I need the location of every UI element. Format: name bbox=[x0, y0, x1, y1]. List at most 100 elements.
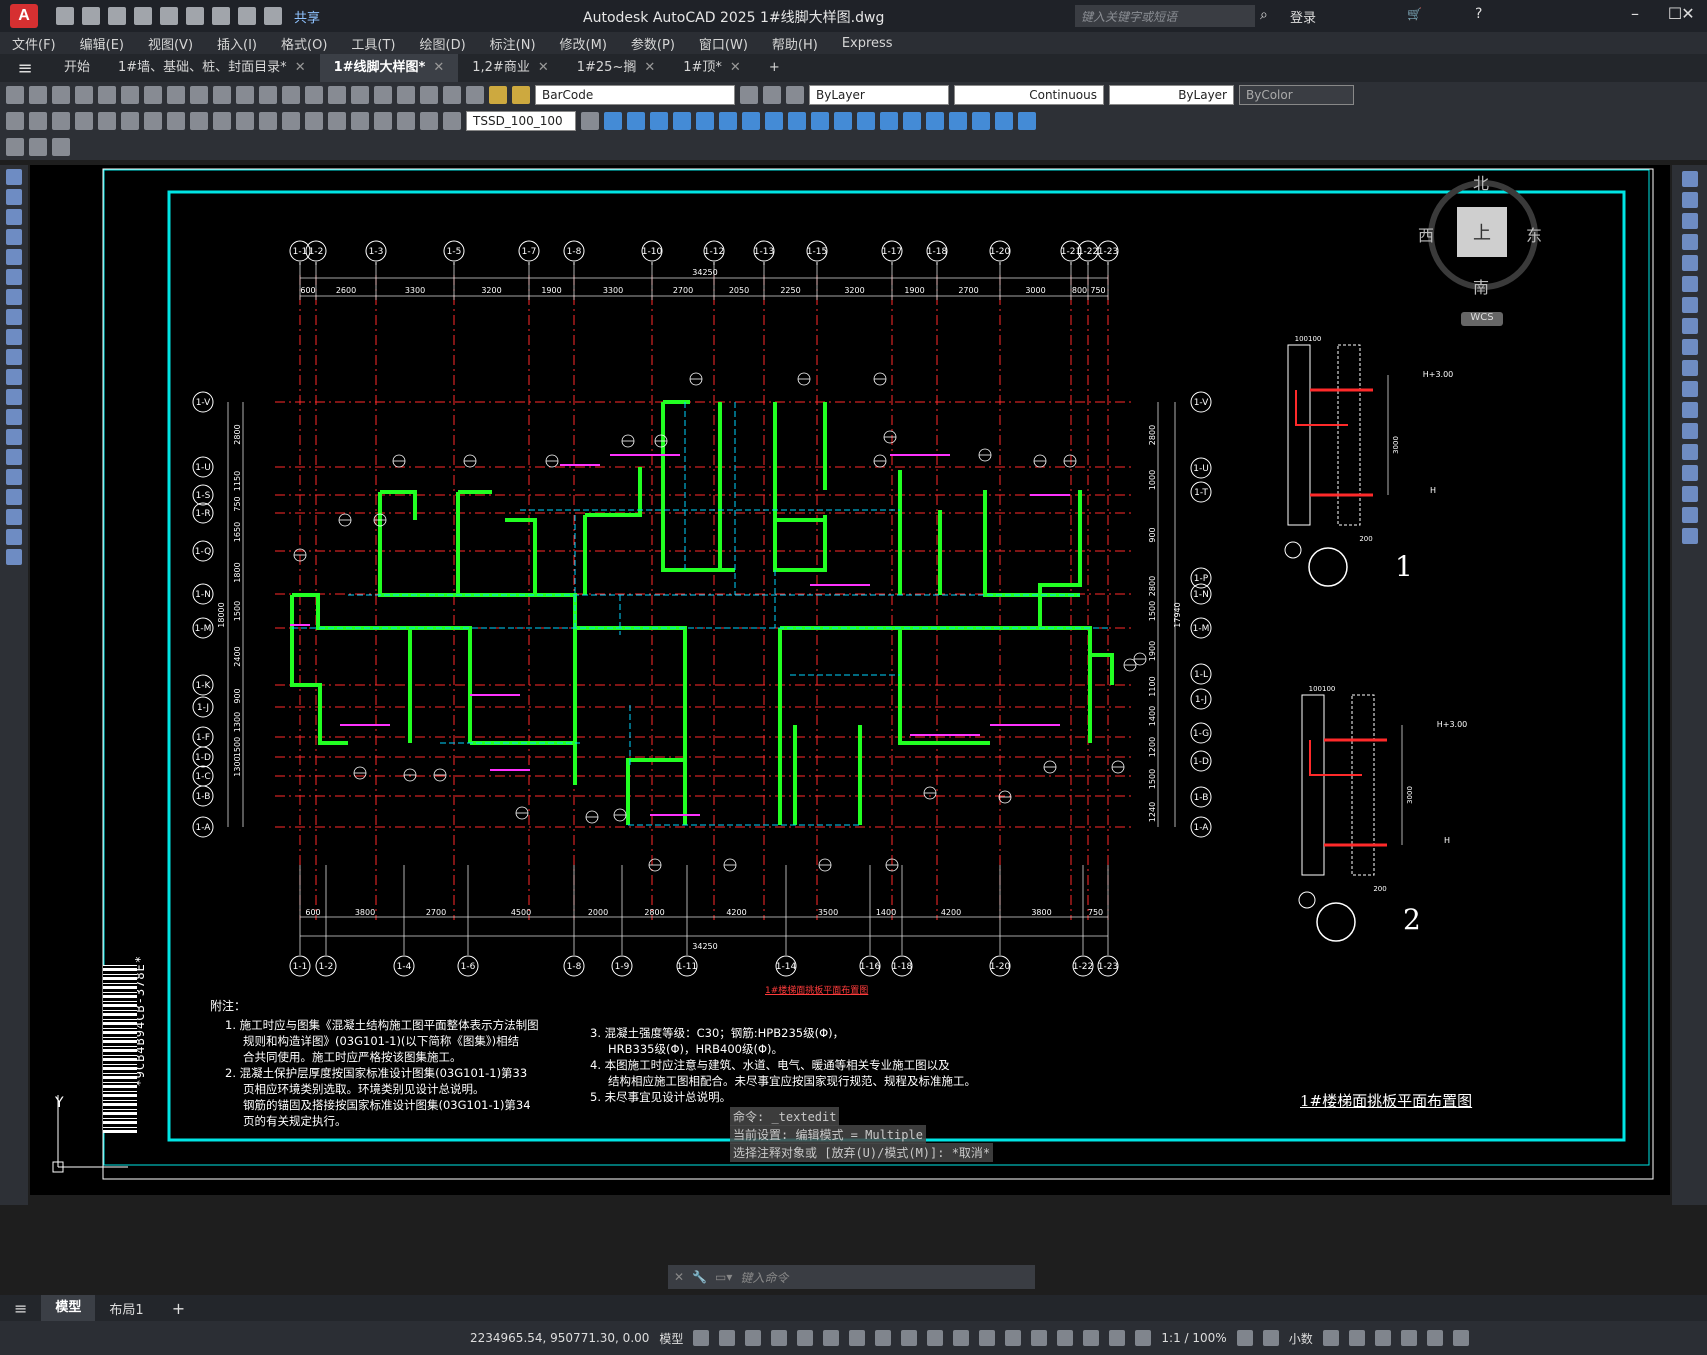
array-icon[interactable] bbox=[1681, 255, 1698, 271]
login-button[interactable]: 登录 bbox=[1290, 7, 1316, 26]
3d-extrude-faces-icon[interactable] bbox=[926, 112, 944, 130]
wcs-menu[interactable]: WCS bbox=[1461, 312, 1503, 326]
plot-preview-icon[interactable] bbox=[98, 86, 116, 104]
lineweight-icon[interactable] bbox=[927, 1330, 944, 1346]
revision-cloud-icon[interactable] bbox=[6, 309, 22, 325]
menu-item-7[interactable]: 标注(N) bbox=[478, 34, 548, 53]
gizmo-icon[interactable] bbox=[1083, 1330, 1100, 1346]
layer-previous-icon[interactable] bbox=[763, 86, 781, 104]
3d-torus-icon[interactable] bbox=[719, 112, 737, 130]
save-icon[interactable] bbox=[52, 86, 70, 104]
doc-tab-1[interactable]: 1#墙、基础、桩、封面目录* ✕ bbox=[104, 54, 320, 82]
doc-tab-3[interactable]: 1,2#商业 ✕ bbox=[458, 54, 562, 82]
linetype-dropdown[interactable]: Continuous bbox=[954, 85, 1104, 105]
table-icon[interactable] bbox=[6, 509, 22, 525]
viewcube-west[interactable]: 西 bbox=[1418, 222, 1434, 246]
join-icon[interactable] bbox=[1681, 444, 1698, 460]
insert-block-icon[interactable] bbox=[6, 389, 22, 405]
3d-offset-faces-icon[interactable] bbox=[972, 112, 990, 130]
transparency-icon[interactable] bbox=[953, 1330, 970, 1346]
make-block-icon[interactable] bbox=[6, 409, 22, 425]
stretch-icon[interactable] bbox=[1681, 339, 1698, 355]
dim-ordinate-icon[interactable] bbox=[75, 112, 93, 130]
3d-cylinder-icon[interactable] bbox=[696, 112, 714, 130]
menu-item-3[interactable]: 插入(I) bbox=[205, 34, 269, 53]
rotate-icon[interactable] bbox=[1681, 297, 1698, 313]
redo-icon[interactable] bbox=[264, 7, 282, 25]
menu-item-10[interactable]: 窗口(W) bbox=[687, 34, 760, 53]
quick-properties-icon[interactable] bbox=[1322, 1330, 1339, 1346]
new-icon[interactable] bbox=[56, 7, 74, 25]
model-space-button[interactable]: 模型 bbox=[659, 1330, 683, 1347]
dim-diameter-icon[interactable] bbox=[144, 112, 162, 130]
dynamic-input-icon[interactable] bbox=[771, 1330, 788, 1346]
erase-icon[interactable] bbox=[1681, 171, 1698, 187]
polygon-icon[interactable] bbox=[6, 229, 22, 245]
layer-make-current-icon[interactable] bbox=[740, 86, 758, 104]
3d-interfere-icon[interactable] bbox=[834, 112, 852, 130]
dim-edit-icon[interactable] bbox=[397, 112, 415, 130]
match-properties-icon[interactable] bbox=[213, 86, 231, 104]
fillet-icon[interactable] bbox=[1681, 486, 1698, 502]
zoom-realtime-icon[interactable] bbox=[305, 86, 323, 104]
search-icon[interactable]: ⌕ bbox=[1260, 7, 1268, 23]
mtext-icon[interactable] bbox=[6, 529, 22, 545]
units-readout[interactable]: 小数 bbox=[1289, 1330, 1313, 1347]
3d-section-icon[interactable] bbox=[811, 112, 829, 130]
dim-style-icon[interactable] bbox=[581, 112, 599, 130]
color-dropdown[interactable]: ByLayer bbox=[809, 85, 949, 105]
doc-tab-0[interactable]: 开始 bbox=[50, 54, 104, 82]
object-snap-tracking-icon[interactable] bbox=[875, 1330, 892, 1346]
design-center-icon[interactable] bbox=[397, 86, 415, 104]
menu-item-11[interactable]: 帮助(H) bbox=[760, 34, 830, 53]
light-bulb-icon[interactable] bbox=[512, 86, 530, 104]
close-button[interactable]: ✕ bbox=[1668, 4, 1707, 23]
3d-delete-faces-icon[interactable] bbox=[995, 112, 1013, 130]
move-icon[interactable] bbox=[1681, 276, 1698, 292]
3d-osnap-icon[interactable] bbox=[1005, 1330, 1022, 1346]
command-input[interactable]: 键入命令 bbox=[740, 1269, 788, 1286]
3d-revolve-icon[interactable] bbox=[765, 112, 783, 130]
customize-icon[interactable]: 🔧 bbox=[692, 1270, 707, 1284]
selection-filter-icon[interactable] bbox=[1057, 1330, 1074, 1346]
hatch-icon[interactable] bbox=[6, 449, 22, 465]
inspect-icon[interactable] bbox=[351, 112, 369, 130]
tab-model[interactable]: 模型 bbox=[41, 1295, 96, 1321]
dim-space-icon[interactable] bbox=[259, 112, 277, 130]
plot-icon[interactable] bbox=[186, 7, 204, 25]
new-icon[interactable] bbox=[6, 86, 24, 104]
coordinates-readout[interactable]: 2234965.54, 950771.30, 0.00 bbox=[470, 1331, 649, 1345]
paste-icon[interactable] bbox=[190, 86, 208, 104]
save-as-icon[interactable] bbox=[134, 7, 152, 25]
add-layout-icon[interactable]: + bbox=[158, 1299, 199, 1318]
print-icon[interactable] bbox=[212, 7, 230, 25]
lock-ui-icon[interactable] bbox=[1348, 1330, 1365, 1346]
3d-sphere-icon[interactable] bbox=[673, 112, 691, 130]
open-icon[interactable] bbox=[82, 7, 100, 25]
open-icon[interactable] bbox=[29, 86, 47, 104]
cut-icon[interactable] bbox=[144, 86, 162, 104]
annotation-scale[interactable]: 1:1 / 100% bbox=[1161, 1331, 1226, 1345]
doc-tab-2[interactable]: 1#线脚大样图* ✕ bbox=[319, 54, 459, 82]
offset-icon[interactable] bbox=[1681, 234, 1698, 250]
dim-baseline-icon[interactable] bbox=[213, 112, 231, 130]
menu-item-8[interactable]: 修改(M) bbox=[548, 34, 619, 53]
dim-angular-icon[interactable] bbox=[167, 112, 185, 130]
doc-tab-5[interactable]: 1#顶* ✕ bbox=[669, 54, 755, 82]
jogged-linear-icon[interactable] bbox=[374, 112, 392, 130]
plot-icon[interactable] bbox=[75, 86, 93, 104]
menu-item-4[interactable]: 格式(O) bbox=[269, 34, 339, 53]
menu-item-5[interactable]: 工具(T) bbox=[339, 34, 407, 53]
copy-icon[interactable] bbox=[167, 86, 185, 104]
viewcube-south[interactable]: 南 bbox=[1473, 274, 1489, 298]
region-icon[interactable] bbox=[6, 489, 22, 505]
dim-break-icon[interactable] bbox=[282, 112, 300, 130]
arc-icon[interactable] bbox=[6, 269, 22, 285]
autocad-logo-icon[interactable]: A bbox=[10, 4, 38, 28]
point-icon[interactable] bbox=[6, 429, 22, 445]
mirror-icon[interactable] bbox=[1681, 213, 1698, 229]
customization-icon[interactable] bbox=[1452, 1330, 1469, 1346]
layer-walk-icon[interactable] bbox=[52, 138, 70, 156]
extend-icon[interactable] bbox=[1681, 381, 1698, 397]
close-tab-icon[interactable]: ✕ bbox=[730, 60, 741, 75]
